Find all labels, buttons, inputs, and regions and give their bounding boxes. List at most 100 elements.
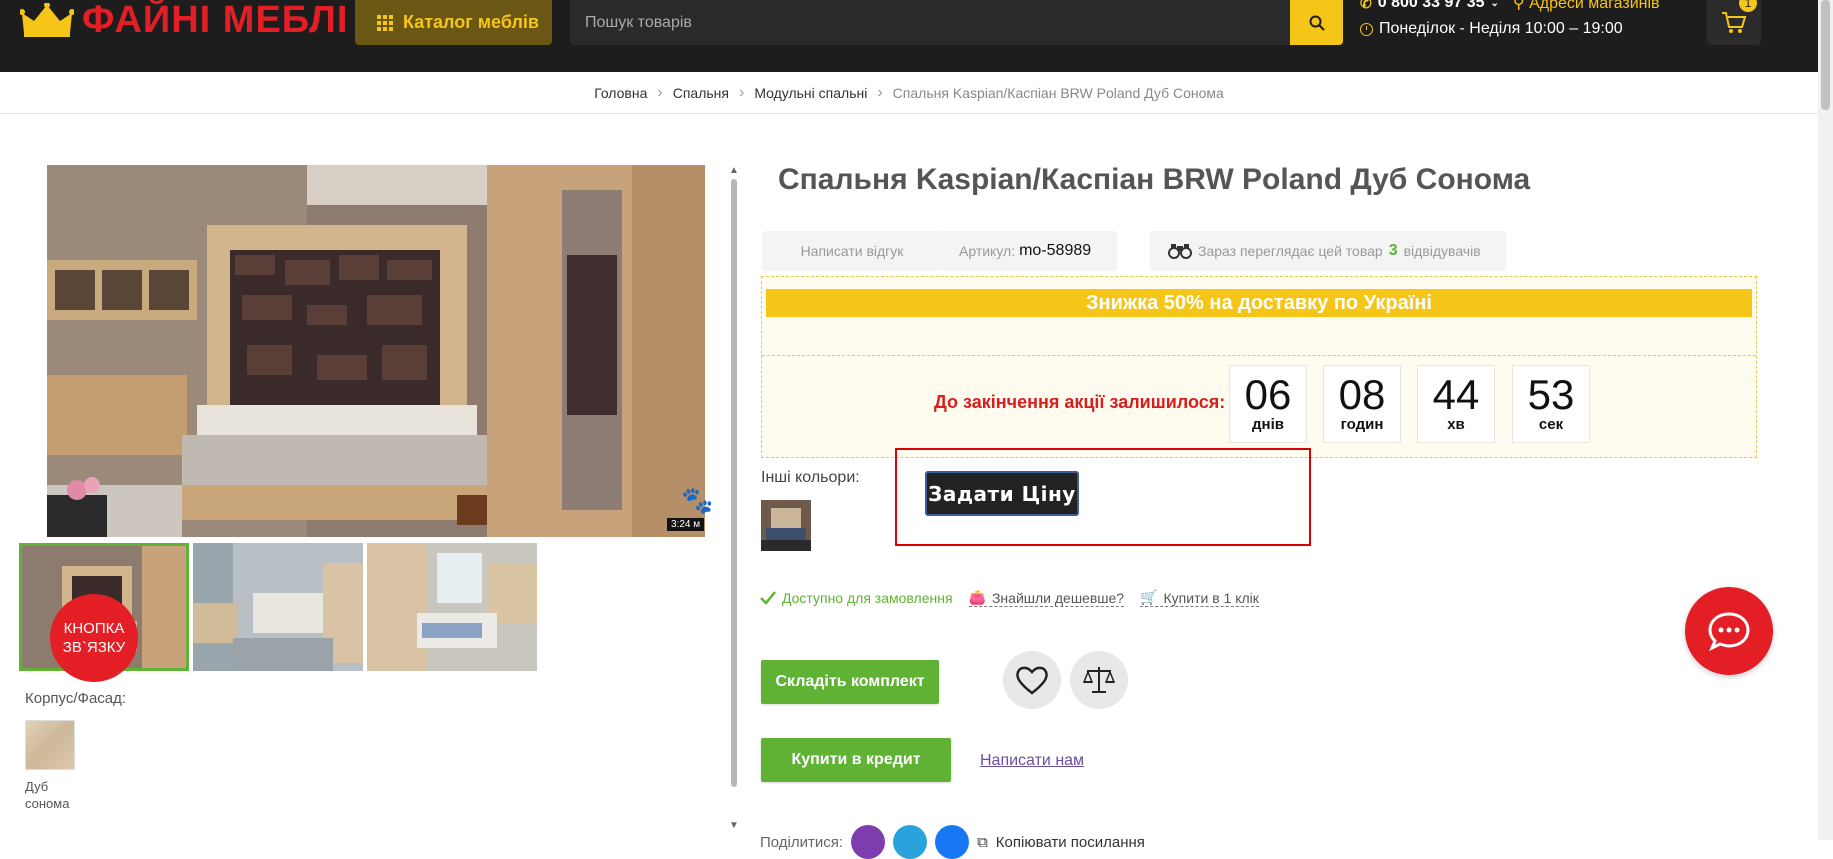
stores-link[interactable]: ⚲ Адреси магазинів — [1513, 0, 1660, 13]
phone-line: ✆ 0 800 33 97 35 ⌄ ⚲ Адреси магазинів — [1360, 0, 1660, 13]
countdown-seconds-value: 53 — [1527, 371, 1575, 418]
catalog-label: Каталог меблів — [403, 12, 539, 32]
chevron-right-icon: › — [877, 83, 883, 101]
search-input[interactable] — [570, 0, 1230, 45]
countdown-hours-unit: годин — [1340, 416, 1384, 433]
buy-on-credit-button[interactable]: Купити в кредит — [761, 738, 951, 782]
thumbnail-2[interactable] — [193, 543, 363, 671]
countdown-minutes: 44 хв — [1417, 365, 1495, 443]
thumbnail-2-image — [193, 543, 363, 671]
phone-number[interactable]: 0 800 33 97 35 — [1378, 0, 1485, 12]
compare-button[interactable] — [1070, 651, 1128, 709]
breadcrumb-bedroom[interactable]: Спальня — [673, 85, 729, 101]
copy-icon[interactable]: ⧉ — [977, 834, 988, 851]
ask-price-button[interactable]: Задати Ціну — [925, 471, 1079, 516]
page-scrollbar-thumb[interactable] — [1821, 0, 1830, 110]
promo-box: Знижка 50% на доставку по Україні До зак… — [761, 276, 1757, 458]
thumbnail-3[interactable] — [367, 543, 537, 671]
buy-one-click-text: Купити в 1 клік — [1163, 589, 1259, 606]
gallery-scrollbar[interactable]: ▲ ▼ — [727, 165, 741, 835]
found-cheaper-text: Знайшли дешевше? — [991, 589, 1125, 606]
copy-link-text[interactable]: Копіювати посилання — [996, 834, 1145, 851]
sku-chip: Артикул: mo-58989 — [941, 231, 1117, 271]
color-swatch-sonoma[interactable] — [25, 720, 75, 770]
countdown-minutes-unit: хв — [1447, 416, 1465, 433]
check-icon — [760, 591, 776, 605]
cart-icon — [1722, 11, 1747, 33]
other-colors-label: Інші кольори: — [761, 469, 860, 486]
cart-plus-icon: 🛒 — [1140, 589, 1158, 605]
stores-label: Адреси магазинів — [1529, 0, 1660, 12]
countdown-seconds: 53 сек — [1512, 365, 1590, 443]
breadcrumb-current: Спальня Kaspian/Каспіан BRW Poland Дуб С… — [892, 84, 1224, 101]
search-box — [570, 0, 1290, 45]
countdown-hours-value: 08 — [1338, 371, 1386, 418]
main-product-photo[interactable] — [47, 165, 705, 537]
sku-label: Артикул: — [959, 243, 1016, 259]
heart-icon — [1016, 666, 1048, 695]
scroll-down-arrow-icon[interactable]: ▼ — [729, 820, 739, 831]
countdown-days-value: 06 — [1244, 371, 1292, 418]
found-cheaper-link[interactable]: 👛 Знайшли дешевше? — [968, 589, 1125, 607]
thumbnail-3-image — [367, 543, 537, 671]
binoculars-icon — [1168, 244, 1192, 259]
buy-one-click-link[interactable]: 🛒 Купити в 1 клік — [1140, 589, 1259, 607]
gallery-scrollbar-thumb[interactable] — [731, 179, 737, 787]
wallet-icon: 👛 — [968, 589, 986, 605]
viewers-prefix: Зараз переглядає цей товар — [1198, 243, 1383, 259]
contacts: ✆ 0 800 33 97 35 ⌄ ⚲ Адреси магазинів По… — [1360, 0, 1690, 50]
chevron-right-icon: › — [738, 83, 745, 101]
phone-icon: ✆ — [1360, 0, 1372, 11]
write-review-button[interactable]: Написати відгук — [762, 231, 942, 271]
other-color-thumb[interactable] — [761, 500, 811, 551]
share-row: Поділитися: ⧉ Копіювати посилання — [760, 825, 1145, 859]
facebook-icon[interactable] — [935, 825, 970, 859]
availability-status: Доступно для замовлення — [760, 590, 953, 606]
korpus-label: Корпус/Фасад: — [25, 690, 127, 707]
viewers-chip: Зараз переглядає цей товар 3 відвідувачі… — [1150, 231, 1506, 271]
scales-icon — [1082, 667, 1116, 693]
countdown-hours: 08 годин — [1323, 365, 1401, 443]
logo[interactable]: ФАЙНІ МЕБЛІ — [20, 0, 348, 40]
crown-icon — [20, 3, 74, 37]
paw-icon[interactable]: 🐾 — [681, 485, 713, 516]
wishlist-button[interactable] — [1003, 651, 1061, 709]
countdown-seconds-unit: сек — [1538, 416, 1564, 433]
write-us-link[interactable]: Написати нам — [980, 752, 1084, 770]
viewers-count: 3 — [1388, 242, 1398, 259]
viewers-suffix: відвідувачів — [1403, 243, 1481, 259]
chevron-down-icon[interactable]: ⌄ — [1491, 0, 1499, 9]
site-header: ФАЙНІ МЕБЛІ Каталог меблів ✆ 0 800 33 97… — [0, 0, 1833, 72]
search-icon — [1309, 15, 1325, 31]
share-label: Поділитися: — [760, 833, 844, 851]
photo-time-stamp: 3:24 м — [667, 518, 705, 531]
breadcrumb-modular[interactable]: Модульні спальні — [754, 85, 867, 101]
scroll-up-arrow-icon[interactable]: ▲ — [729, 165, 739, 176]
breadcrumb-home[interactable]: Головна — [594, 85, 647, 101]
build-kit-button[interactable]: Складіть комплект — [761, 660, 939, 704]
cart-button[interactable]: 1 — [1707, 0, 1761, 45]
countdown-days: 06 днів — [1229, 365, 1307, 443]
availability-row: Доступно для замовлення 👛 Знайшли дешевш… — [760, 589, 1259, 607]
hours-line: Понеділок - Неділя 10:00 – 19:00 — [1360, 20, 1623, 38]
chat-bubble-icon — [1708, 612, 1750, 651]
breadcrumb-bar: Головна › Спальня › Модульні спальні › С… — [0, 72, 1818, 114]
telegram-icon[interactable] — [893, 825, 928, 859]
promo-divider — [762, 355, 1756, 356]
other-color-image — [761, 500, 811, 551]
countdown-days-unit: днів — [1252, 416, 1284, 433]
page-scrollbar[interactable] — [1818, 0, 1833, 840]
logo-text: ФАЙНІ МЕБЛІ — [82, 0, 349, 41]
contact-button[interactable]: КНОПКА ЗВ`ЯЗКУ — [50, 594, 138, 682]
catalog-button[interactable]: Каталог меблів — [355, 0, 552, 45]
viber-icon[interactable] — [851, 825, 886, 859]
search-button[interactable] — [1290, 0, 1343, 45]
chevron-right-icon: › — [657, 83, 663, 101]
chat-button[interactable] — [1685, 587, 1773, 675]
map-pin-icon: ⚲ — [1512, 0, 1525, 12]
grid-icon — [377, 14, 393, 31]
product-title: Спальня Kaspian/Каспіан BRW Poland Дуб С… — [778, 163, 1531, 196]
bedroom-photo — [47, 165, 705, 537]
clock-icon — [1360, 22, 1373, 36]
breadcrumb: Головна › Спальня › Модульні спальні › С… — [594, 84, 1224, 102]
